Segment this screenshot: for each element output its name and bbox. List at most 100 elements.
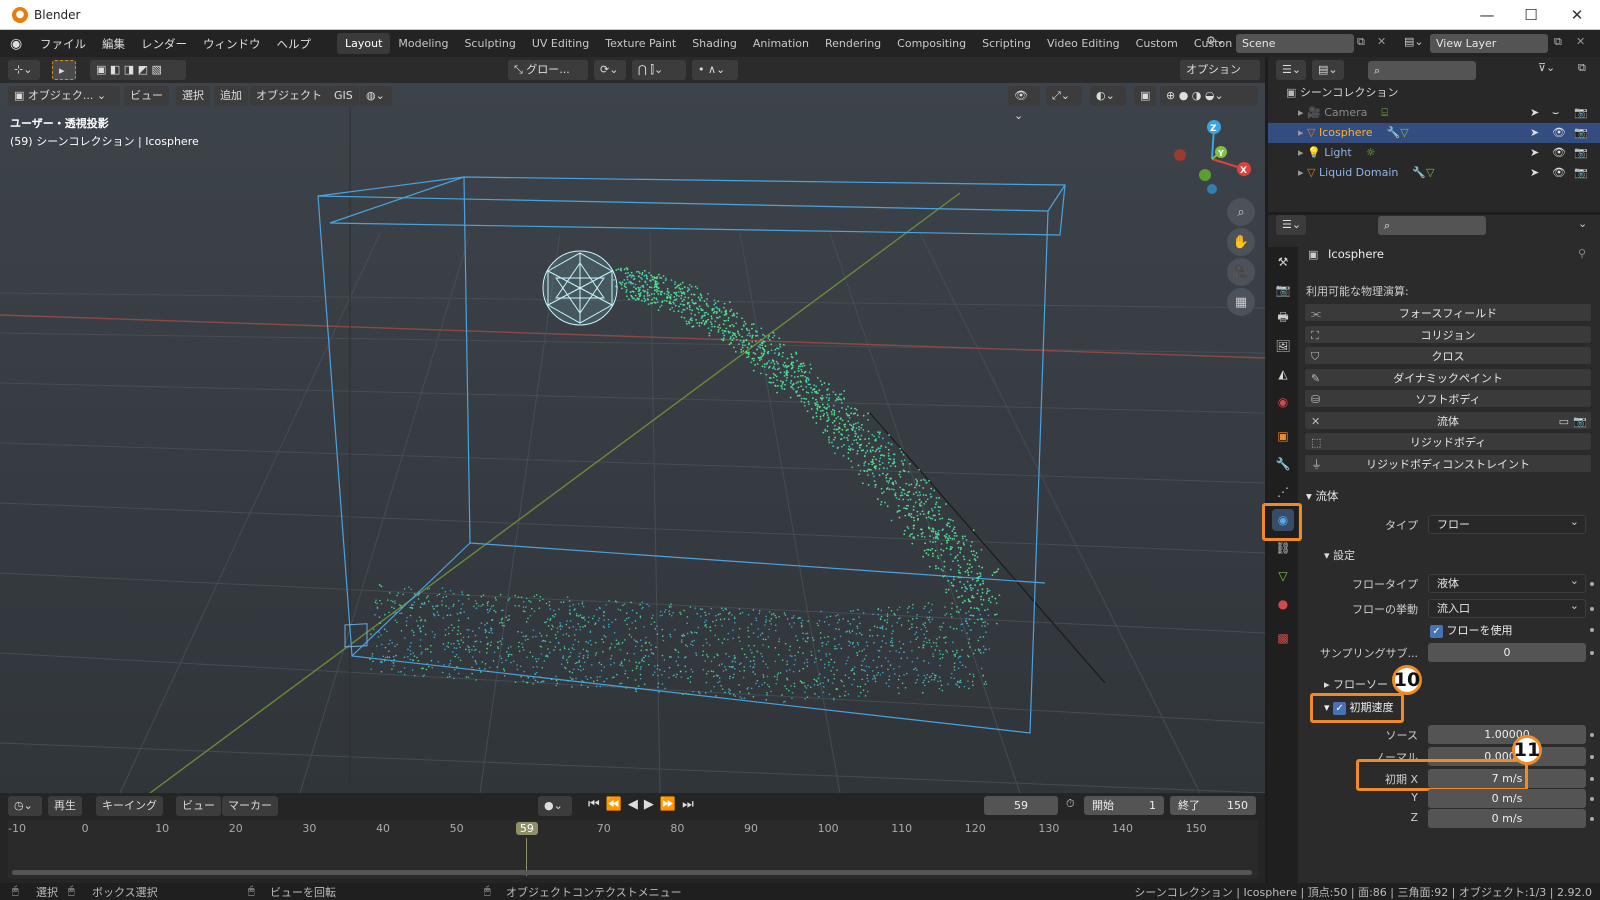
tab-custom[interactable]: Custom [1128, 33, 1186, 54]
gizmo-toggle-icon[interactable]: ⤢⌄ [1046, 86, 1082, 106]
outliner-item-camera[interactable]: ▸ 🎥 Camera ⌸ ➤ ⌣ 📷 [1268, 103, 1600, 123]
xray-icon[interactable]: ▣ [1134, 86, 1156, 106]
viewport-display-icon[interactable]: ▭ [1559, 412, 1569, 431]
camera-view-icon[interactable]: 🎥 [1227, 258, 1255, 286]
delete-view-layer-icon[interactable]: ✕ [1576, 35, 1585, 48]
options-dropdown[interactable]: オプション [1180, 60, 1260, 80]
outliner-search[interactable]: ⌕ [1368, 61, 1476, 80]
flow-source-subpanel[interactable]: ▸ フローソー [1324, 676, 1388, 692]
tab-shading[interactable]: Shading [684, 33, 745, 54]
eye-icon[interactable]: ⌣ [1552, 103, 1559, 123]
render-camera-icon[interactable]: 📷 [1574, 103, 1588, 123]
viewport-scene[interactable] [0, 83, 1265, 793]
select-arrow-icon[interactable]: ➤ [1530, 103, 1539, 123]
flow-type-dropdown[interactable]: 液体 [1428, 572, 1586, 593]
filter-icon[interactable]: ⊽⌄ [1538, 61, 1555, 74]
view-layer-field[interactable]: View Layer [1430, 34, 1548, 53]
overlay-icon[interactable]: ◐⌄ [1090, 86, 1126, 106]
new-view-layer-icon[interactable]: ⧉ [1554, 35, 1562, 49]
use-flow-checkbox[interactable]: ✓ フローを使用 [1430, 622, 1513, 638]
menu-playback[interactable]: 再生 [48, 796, 82, 816]
menu-view-timeline[interactable]: ビュー [176, 796, 221, 816]
start-frame-field[interactable]: 開始 1 [1084, 796, 1164, 815]
fluid-remove-icon[interactable]: ✕ [1311, 412, 1320, 431]
physics-button-2[interactable]: ⛉ クロス [1304, 346, 1592, 365]
view-layer-tab-icon[interactable]: 🖼 [1272, 335, 1294, 357]
object-tab-icon[interactable]: ▣ [1272, 425, 1294, 447]
shading-mode-icons[interactable]: ⊕ ● ◑ ◒⌄ [1160, 86, 1258, 106]
physics-button-7[interactable]: ⏚ リジッドボディコンストレイント [1304, 453, 1592, 473]
outliner-editor-icon[interactable]: ☰⌄ [1276, 60, 1306, 80]
maximize-button[interactable]: ☐ [1508, 0, 1554, 30]
physics-button-6[interactable]: ⬚ リジッドボディ [1304, 432, 1592, 451]
tab-animation[interactable]: Animation [745, 33, 817, 54]
fluid-panel-header[interactable]: ▾ 流体 [1306, 488, 1338, 504]
render-camera-icon[interactable]: 📷 [1574, 123, 1588, 143]
proportional-edit-icon[interactable]: • ∧⌄ [692, 60, 738, 80]
zoom-icon[interactable]: ⌕ [1227, 198, 1255, 226]
keyframe-dot[interactable] [1590, 733, 1594, 737]
tool-tab-icon[interactable]: ⚒ [1272, 251, 1294, 273]
render-display-icon[interactable]: 📷 [1573, 412, 1587, 431]
initial-y-field[interactable]: 0 m/s [1428, 789, 1586, 808]
expand-arrow-icon[interactable]: ▸ [1298, 126, 1307, 139]
ortho-grid-icon[interactable]: ▦ [1227, 288, 1255, 316]
new-collection-icon[interactable]: ⧉ [1578, 61, 1586, 75]
menu-file[interactable]: ファイル [32, 36, 94, 52]
sampling-field[interactable]: 0 [1428, 643, 1586, 662]
axis-gizmo-icon[interactable]: Z X Y [1172, 119, 1252, 199]
expand-arrow-icon[interactable]: ▸ [1298, 166, 1307, 179]
close-button[interactable]: ✕ [1554, 0, 1600, 30]
record-icon[interactable]: ●⌄ [538, 796, 572, 816]
keyframe-dot[interactable] [1590, 777, 1594, 781]
physics-button-5[interactable]: ✕ 流体 ▭ 📷 [1304, 410, 1592, 431]
playback-controls-icon[interactable]: ⏮⏪◀▶⏩⏭ [588, 797, 700, 812]
initial-z-field[interactable]: 0 m/s [1428, 809, 1586, 828]
menu-gis[interactable]: GIS [328, 86, 359, 106]
pivot-point-icon[interactable]: ⟳⌄ [594, 60, 626, 80]
end-frame-field[interactable]: 終了 150 [1170, 796, 1256, 815]
menu-add[interactable]: 追加 [214, 86, 248, 106]
3d-viewport[interactable]: ▣ オブジェク... ⌄ ビュー 選択 追加 オブジェクト GIS ◍⌄ 👁⌄ … [0, 83, 1265, 793]
menu-view[interactable]: ビュー [124, 86, 169, 106]
keyframe-dot[interactable] [1590, 651, 1594, 655]
menu-marker[interactable]: マーカー [222, 796, 278, 816]
expand-arrow-icon[interactable]: ▸ [1298, 146, 1307, 159]
eye-icon[interactable]: 👁 [1552, 163, 1566, 183]
select-arrow-icon[interactable]: ➤ [1530, 163, 1539, 183]
pan-hand-icon[interactable]: ✋ [1227, 228, 1255, 256]
keyframe-dot[interactable] [1590, 797, 1594, 801]
modifier-tab-icon[interactable]: 🔧 [1272, 453, 1294, 475]
tab-uv-editing[interactable]: UV Editing [524, 33, 597, 54]
menu-edit[interactable]: 編集 [94, 36, 133, 52]
keyframe-dot[interactable] [1590, 582, 1594, 586]
material-tab-icon[interactable]: ● [1272, 593, 1294, 615]
gis-globe-icon[interactable]: ◍⌄ [360, 86, 392, 106]
visibility-icon[interactable]: 👁⌄ [1008, 86, 1040, 122]
display-mode-icon[interactable]: ▤⌄ [1312, 60, 1344, 80]
blender-menu-icon[interactable]: ◉ [10, 36, 32, 52]
keyframe-dot[interactable] [1590, 607, 1594, 611]
scene-name-field[interactable]: Scene [1236, 34, 1354, 53]
settings-subpanel-header[interactable]: ▾ 設定 [1324, 547, 1355, 563]
pin-icon[interactable]: ⚲ [1578, 247, 1586, 260]
tab-scripting[interactable]: Scripting [974, 33, 1039, 54]
selection-mode-icons[interactable]: ▣ ◧ ◨ ◩ ▧ [90, 60, 186, 80]
physics-button-1[interactable]: ⛶ コリジョン [1304, 324, 1592, 344]
menu-help[interactable]: ヘルプ [269, 36, 320, 52]
particles-tab-icon[interactable]: ⋰ [1272, 481, 1294, 503]
physics-button-3[interactable]: ✎ ダイナミックペイント [1304, 367, 1592, 387]
mode-dropdown[interactable]: ▣ オブジェク... ⌄ [8, 86, 120, 106]
menu-object[interactable]: オブジェクト [250, 86, 328, 106]
eye-icon[interactable]: 👁 [1552, 123, 1566, 143]
scene-tab-icon[interactable]: ◭ [1272, 363, 1294, 385]
timeline-ruler[interactable]: -10 0 10 20 30 40 50 59 70 80 90 100 110 120 130 140 150 [8, 820, 1258, 878]
navigation-gizmo[interactable]: Z X Y [1172, 119, 1252, 199]
expand-arrow-icon[interactable]: ▸ [1298, 106, 1307, 119]
transform-orientation-dropdown[interactable]: ⤡ グロー... [508, 60, 588, 80]
select-tool-icon[interactable]: ▸ [52, 60, 76, 80]
properties-search[interactable]: ⌕ [1378, 216, 1486, 235]
source-field[interactable]: 1.00000 [1428, 725, 1586, 744]
select-arrow-icon[interactable]: ➤ [1530, 123, 1539, 143]
scene-selector-icon[interactable]: ⚙⌄ [1206, 34, 1232, 53]
